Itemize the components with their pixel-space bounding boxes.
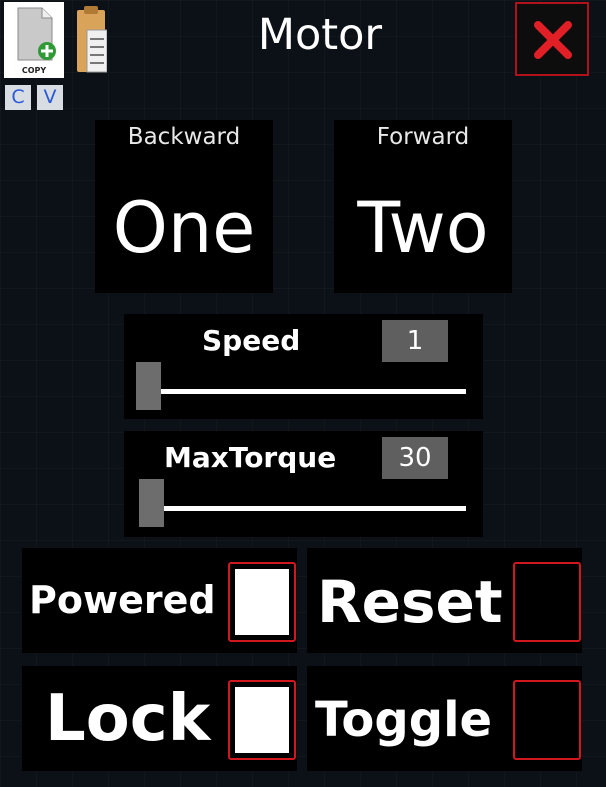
- maxtorque-label: MaxTorque: [164, 441, 337, 474]
- toggle-label: Toggle: [315, 692, 493, 748]
- lock-label: Lock: [45, 682, 211, 756]
- toggle-checkbox[interactable]: [513, 680, 581, 760]
- forward-button[interactable]: Forward Two: [334, 120, 512, 293]
- reset-toggle[interactable]: Reset: [307, 548, 582, 653]
- copy-button[interactable]: COPY: [4, 2, 64, 78]
- backward-value: One: [112, 187, 256, 269]
- reset-label: Reset: [317, 568, 503, 636]
- lock-checkbox[interactable]: [228, 680, 296, 760]
- maxtorque-slider-panel: MaxTorque 30: [124, 431, 483, 537]
- toggle-toggle[interactable]: Toggle: [307, 666, 582, 771]
- paste-button[interactable]: [75, 2, 108, 78]
- window-title: Motor: [257, 10, 383, 60]
- speed-slider-handle[interactable]: [136, 362, 161, 410]
- speed-label: Speed: [202, 324, 301, 357]
- forward-label: Forward: [376, 124, 470, 150]
- lock-toggle[interactable]: Lock: [22, 666, 297, 771]
- powered-checkbox-fill: [235, 569, 289, 635]
- powered-toggle[interactable]: Powered: [22, 548, 297, 653]
- maxtorque-slider-track[interactable]: [144, 506, 466, 511]
- powered-checkbox[interactable]: [228, 562, 296, 642]
- backward-button[interactable]: Backward One: [95, 120, 273, 293]
- speed-slider-panel: Speed 1: [124, 314, 483, 419]
- toggle-checkbox-fill: [520, 687, 574, 753]
- speed-value-field[interactable]: 1: [382, 320, 448, 362]
- close-button[interactable]: [515, 2, 589, 76]
- copy-shortcut-key[interactable]: C: [5, 85, 31, 110]
- forward-value: Two: [357, 187, 489, 269]
- copy-icon-text: COPY: [22, 66, 47, 75]
- lock-checkbox-fill: [235, 687, 289, 753]
- reset-checkbox[interactable]: [513, 562, 581, 642]
- powered-label: Powered: [29, 578, 216, 622]
- backward-label: Backward: [127, 124, 241, 150]
- maxtorque-value-field[interactable]: 30: [382, 437, 448, 479]
- speed-slider-track[interactable]: [144, 389, 466, 394]
- copy-icon: COPY: [17, 7, 56, 75]
- maxtorque-slider-handle[interactable]: [139, 479, 164, 527]
- paste-shortcut-key[interactable]: V: [37, 85, 63, 110]
- close-icon: [534, 21, 572, 59]
- paste-icon: [77, 6, 108, 73]
- reset-checkbox-fill: [520, 569, 574, 635]
